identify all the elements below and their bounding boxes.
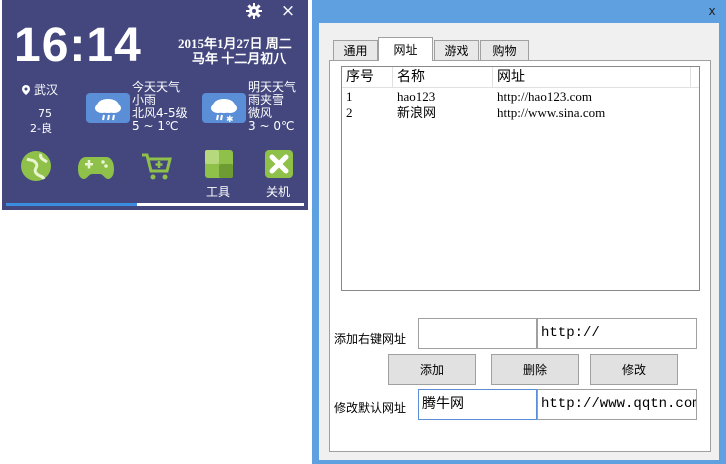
desktop-clock-widget: × 16:14 2015年1月27日 周二 马年 十二月初八 武汉 75 2-良… [2, 0, 308, 210]
rain-cloud-icon [86, 93, 130, 123]
shopping-cart-icon[interactable] [138, 148, 174, 184]
tab-game[interactable]: 游戏 [434, 40, 479, 60]
column-header-url[interactable]: 网址 [493, 67, 691, 87]
add-url-label: 添加右键网址 [334, 332, 407, 346]
url-tab-panel: 序号 名称 网址 1 hao123 http://hao123.com 2 新浪… [329, 60, 711, 452]
widget-progress-bar [6, 203, 304, 206]
column-header-number[interactable]: 序号 [342, 67, 393, 87]
tomorrow-temperature: 3 ~ 0℃ [248, 119, 295, 133]
list-header: 序号 名称 网址 [342, 67, 699, 88]
row-name: 新浪网 [397, 105, 437, 120]
delete-button[interactable]: 删除 [491, 354, 579, 385]
modify-default-url-label: 修改默认网址 [334, 401, 407, 415]
settings-dialog: x 通用 网址 游戏 购物 序号 名称 网址 1 hao123 http://h… [312, 0, 726, 464]
row-number: 2 [346, 105, 353, 120]
location-name: 武汉 [34, 83, 59, 97]
default-name-input[interactable]: 腾牛网 [418, 389, 537, 420]
gamepad-icon[interactable] [78, 148, 114, 184]
widget-close-button[interactable]: × [268, 0, 308, 22]
sleet-cloud-icon: ✱ [202, 93, 246, 125]
aqi-value: 75 [38, 107, 52, 120]
tools-label: 工具 [206, 185, 231, 199]
aqi-level: 2-良 [30, 122, 52, 135]
location-pin-icon [22, 84, 30, 95]
row-number: 1 [346, 89, 353, 104]
row-name: hao123 [397, 89, 436, 104]
edit-button[interactable]: 修改 [590, 354, 678, 385]
default-url-input[interactable]: http://www.qqtn.com/ [537, 389, 697, 420]
svg-text:✱: ✱ [226, 115, 234, 123]
add-name-input[interactable] [418, 318, 537, 349]
add-button[interactable]: 添加 [388, 354, 476, 385]
lunar-date: 马年 十二月初八 [192, 51, 287, 66]
list-item[interactable]: 2 新浪网 http://www.sina.com [342, 105, 699, 121]
tab-url[interactable]: 网址 [378, 37, 433, 61]
today-temperature: 5 ~ 1℃ [132, 119, 179, 133]
shutdown-label: 关机 [266, 185, 291, 199]
tools-icon[interactable] [201, 146, 237, 182]
list-item[interactable]: 1 hao123 http://hao123.com [342, 89, 699, 105]
location[interactable]: 武汉 [22, 81, 58, 98]
row-url: http://hao123.com [497, 89, 592, 104]
widget-progress-fill [6, 203, 138, 206]
dialog-client-area: 通用 网址 游戏 购物 序号 名称 网址 1 hao123 http://hao… [319, 23, 719, 460]
url-list[interactable]: 序号 名称 网址 1 hao123 http://hao123.com 2 新浪… [341, 66, 700, 291]
clock-time: 16:14 [14, 19, 142, 72]
tab-general[interactable]: 通用 [333, 40, 378, 60]
tab-shopping[interactable]: 购物 [480, 40, 529, 60]
row-url: http://www.sina.com [497, 105, 606, 120]
shutdown-x-icon[interactable] [261, 146, 297, 182]
browser-globe-icon[interactable] [18, 148, 54, 184]
settings-gear-icon[interactable] [240, 0, 268, 22]
add-url-input[interactable]: http:// [537, 318, 697, 349]
column-header-name[interactable]: 名称 [393, 67, 493, 87]
dialog-close-button[interactable]: x [701, 2, 723, 20]
